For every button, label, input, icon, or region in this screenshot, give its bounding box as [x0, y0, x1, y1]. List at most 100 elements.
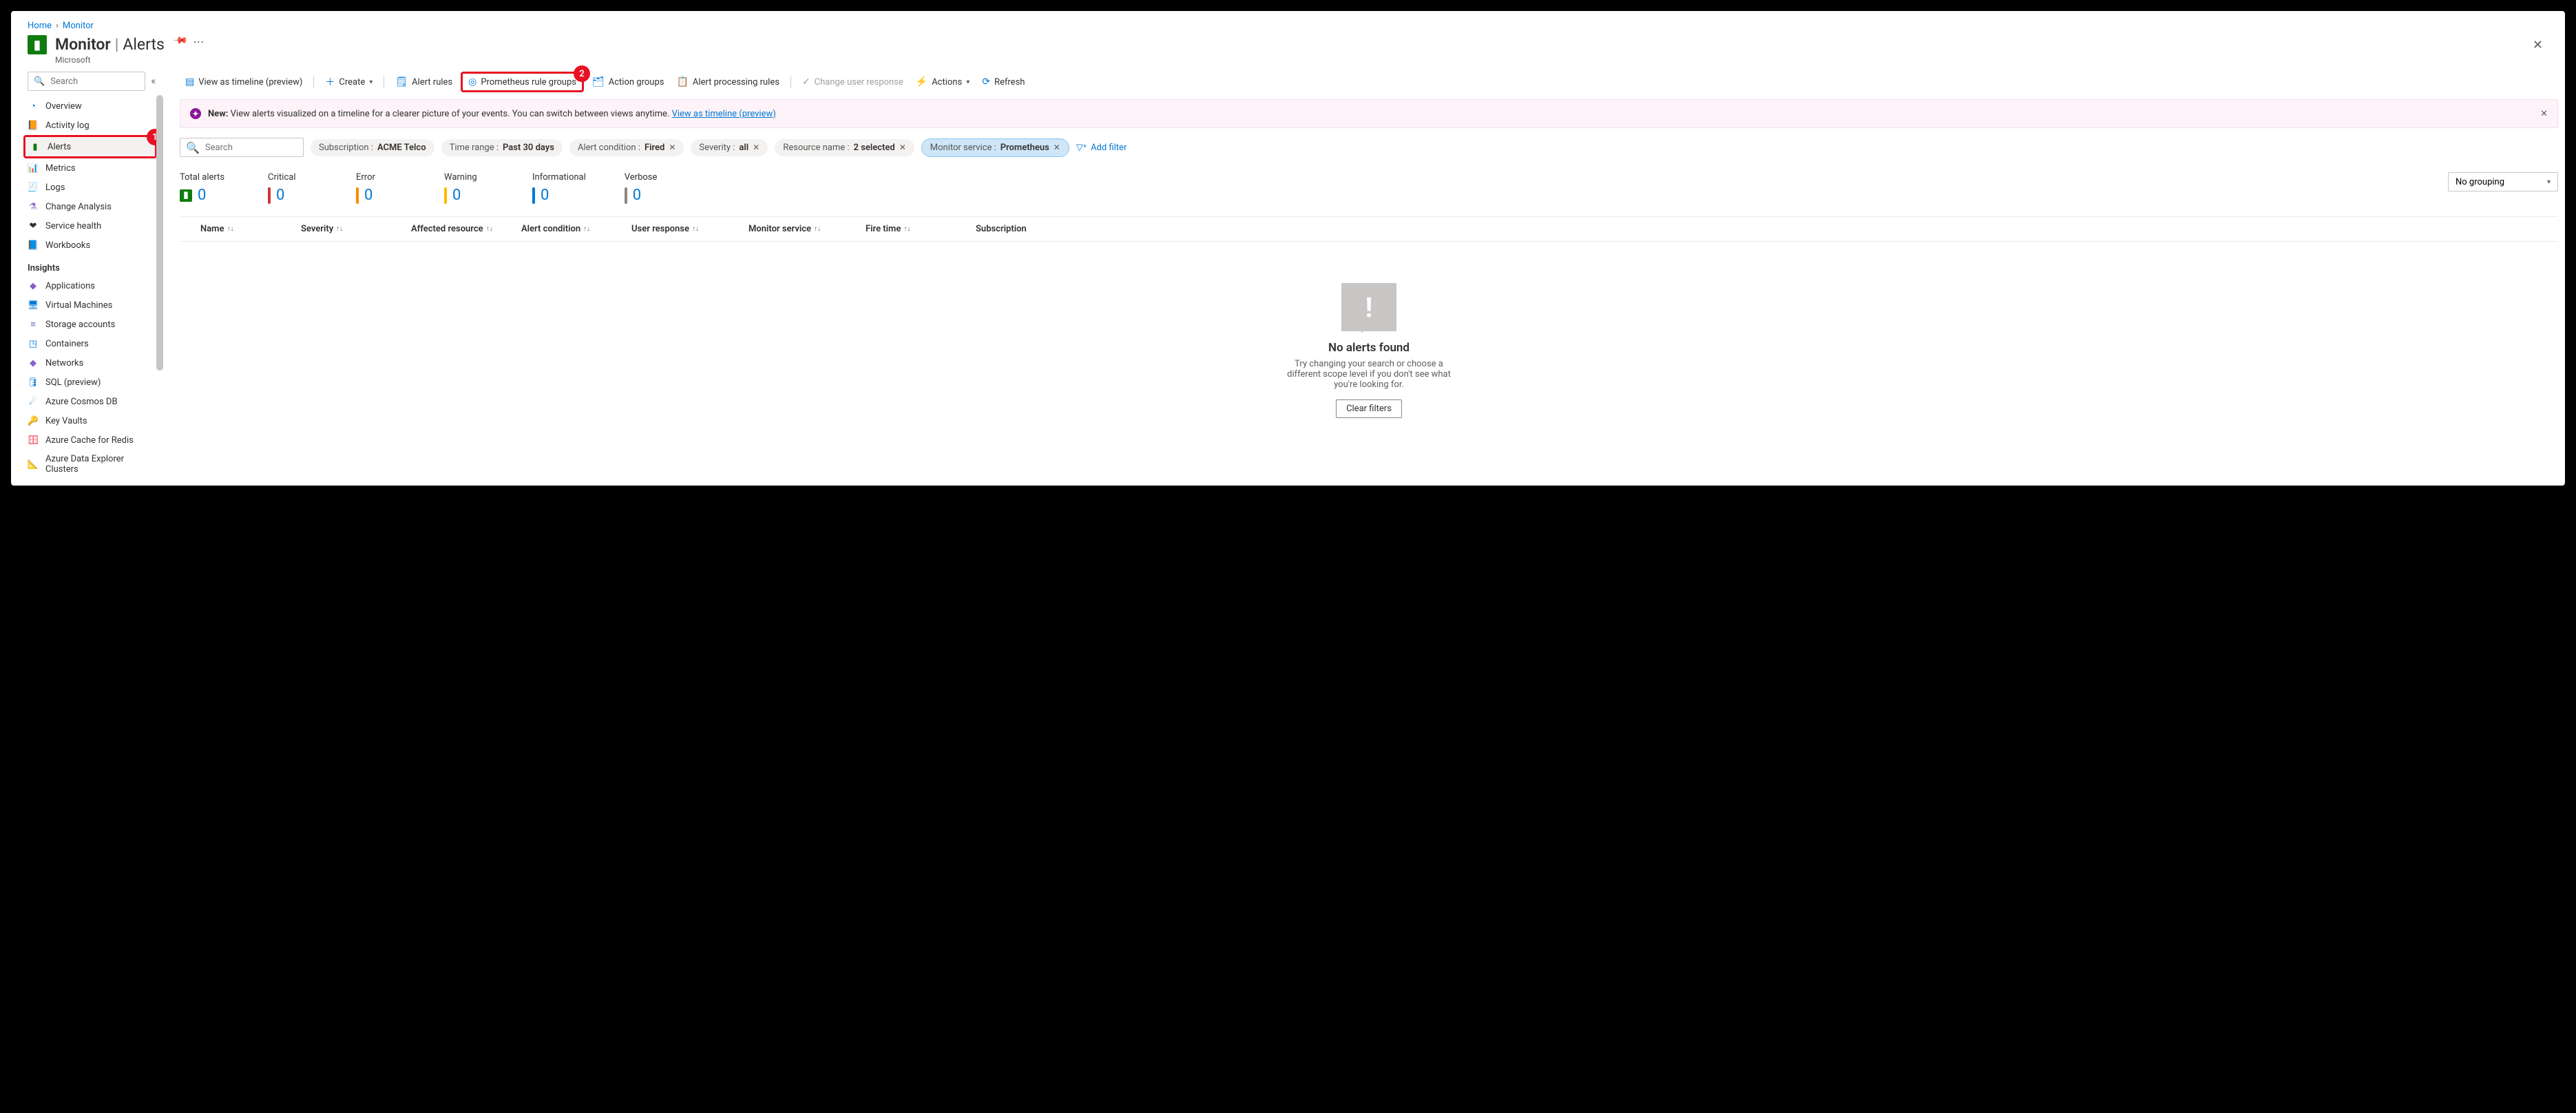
stat-error[interactable]: Error0 [356, 172, 406, 204]
action-groups-icon: 🗂 [592, 76, 605, 87]
stat-informational[interactable]: Informational0 [532, 172, 586, 204]
sidebar-search-input[interactable] [49, 76, 139, 87]
col-subscription[interactable]: Subscription [976, 224, 2554, 234]
grouping-dropdown[interactable]: No grouping▾ [2448, 172, 2558, 191]
alert-rules-button[interactable]: 🗒Alert rules [390, 74, 458, 90]
pill-value: 2 selected [854, 143, 895, 153]
col-affected-resource[interactable]: Affected resource↑↓ [411, 224, 521, 234]
banner-close-icon[interactable]: ✕ [2540, 109, 2548, 119]
sidebar-item-logs[interactable]: 🧾Logs [11, 178, 163, 197]
change-user-response-button: ✓Change user response [797, 74, 909, 90]
filter-search-input[interactable] [204, 142, 297, 154]
filter-pill-time-range[interactable]: Time range : Past 30 days [441, 139, 563, 156]
sidebar-item-key-vaults[interactable]: 🔑Key Vaults [11, 411, 163, 430]
filter-pill-alert-condition[interactable]: Alert condition : Fired ✕ [569, 139, 684, 156]
action-groups-button[interactable]: 🗂Action groups [587, 74, 669, 90]
sidebar: 🔍 « ◔Overview📙Activity log▮Alerts1📊Metri… [11, 67, 163, 486]
sidebar-item-applications[interactable]: ◆Applications [11, 276, 163, 295]
pill-close-icon[interactable]: ✕ [669, 143, 676, 152]
plus-icon: ＋ [325, 75, 335, 89]
breadcrumb-home[interactable]: Home [28, 21, 52, 31]
sidebar-item-overview[interactable]: ◔Overview [11, 96, 163, 116]
filter-pill-monitor-service[interactable]: Monitor service : Prometheus ✕ [921, 138, 1069, 157]
pin-icon[interactable]: 📌 [172, 32, 189, 49]
sort-icon: ↑↓ [486, 225, 493, 233]
col-alert-condition[interactable]: Alert condition↑↓ [521, 224, 631, 234]
clear-filters-button[interactable]: Clear filters [1336, 399, 1402, 418]
sidebar-search[interactable]: 🔍 [28, 72, 145, 91]
sidebar-item-sql-preview-[interactable]: 🛢SQL (preview) [11, 373, 163, 392]
pill-close-icon[interactable]: ✕ [753, 143, 760, 152]
sidebar-item-activity-log[interactable]: 📙Activity log [11, 116, 163, 135]
sidebar-item-label: Metrics [45, 163, 76, 174]
stat-icon: ▮ [180, 189, 192, 202]
stat-warning[interactable]: Warning0 [444, 172, 494, 204]
sidebar-item-storage-accounts[interactable]: ≡Storage accounts [11, 315, 163, 334]
stat-value: 0 [541, 187, 549, 204]
view-timeline-button[interactable]: ▤View as timeline (preview) [180, 74, 308, 90]
stat-label: Error [356, 172, 406, 183]
pill-close-icon[interactable]: ✕ [899, 143, 906, 152]
pill-label: Severity : [699, 143, 735, 153]
stats-row: Total alerts▮0Critical0Error0Warning0Inf… [180, 169, 2558, 216]
prometheus-rule-groups-button[interactable]: ◎Prometheus rule groups [467, 74, 578, 90]
pill-close-icon[interactable]: ✕ [1054, 143, 1060, 152]
actions-button[interactable]: ⚡Actions ▾ [910, 74, 975, 90]
pill-value: ACME Telco [377, 143, 426, 153]
sidebar-item-containers[interactable]: ◳Containers [11, 334, 163, 353]
sidebar-item-azure-data-explorer-clusters[interactable]: 📐Azure Data Explorer Clusters [11, 450, 163, 479]
add-filter-button[interactable]: ▽⁺Add filter [1076, 143, 1127, 153]
sidebar-item-change-analysis[interactable]: ⚗Change Analysis [11, 197, 163, 216]
sidebar-item-virtual-machines[interactable]: 🖥Virtual Machines [11, 295, 163, 315]
nav-icon: ◆ [28, 357, 39, 368]
annotation-prometheus: ◎Prometheus rule groups 2 [461, 72, 584, 92]
filter-pill-resource-name[interactable]: Resource name : 2 selected ✕ [775, 139, 914, 156]
sidebar-item-azure-cosmos-db[interactable]: ☄Azure Cosmos DB [11, 392, 163, 411]
pill-label: Subscription : [319, 143, 373, 153]
col-user-response[interactable]: User response↑↓ [631, 224, 748, 234]
stat-value: 0 [198, 187, 206, 204]
close-icon[interactable]: ✕ [2527, 35, 2548, 55]
stat-label: Critical [268, 172, 317, 183]
sidebar-item-service-health[interactable]: ❤Service health [11, 216, 163, 236]
empty-text: Try changing your search or choose a dif… [1286, 359, 1452, 390]
monitor-icon: ▮ [28, 35, 47, 54]
sidebar-item-networks[interactable]: ◆ Networks [11, 353, 163, 373]
sidebar-item-label: Activity log [45, 121, 90, 131]
pill-label: Alert condition : [578, 143, 640, 153]
breadcrumb: Home › Monitor [11, 11, 2565, 35]
col-monitor-service[interactable]: Monitor service↑↓ [748, 224, 866, 234]
info-banner: ✦ New: View alerts visualized on a timel… [180, 99, 2558, 128]
sidebar-item-label: Applications [45, 281, 95, 291]
col-fire-time[interactable]: Fire time↑↓ [866, 224, 976, 234]
sidebar-item-alerts[interactable]: ▮Alerts [25, 137, 155, 156]
search-icon: 🔍 [186, 141, 200, 154]
stat-bar [268, 187, 271, 204]
alert-processing-rules-button[interactable]: 📋Alert processing rules [671, 74, 784, 90]
filter-pill-subscription[interactable]: Subscription : ACME Telco [311, 139, 434, 156]
refresh-button[interactable]: ⟳Refresh [976, 74, 1030, 90]
col-severity[interactable]: Severity↑↓ [301, 224, 411, 234]
chevron-down-icon: ▾ [2547, 178, 2551, 186]
stat-verbose[interactable]: Verbose0 [625, 172, 674, 204]
sidebar-item-metrics[interactable]: 📊Metrics [11, 158, 163, 178]
more-icon[interactable]: ⋯ [193, 35, 205, 48]
filter-pill-severity[interactable]: Severity : all ✕ [691, 139, 768, 156]
create-button[interactable]: ＋Create ▾ [320, 72, 378, 92]
sidebar-item-label: Networks [45, 358, 83, 368]
breadcrumb-monitor[interactable]: Monitor [63, 21, 94, 31]
sidebar-item-azure-cache-for-redis[interactable]: 🗄Azure Cache for Redis [11, 430, 163, 450]
filter-search[interactable]: 🔍 [180, 138, 304, 157]
sidebar-scrollbar[interactable] [156, 95, 164, 453]
col-name[interactable]: Name↑↓ [184, 224, 301, 234]
sort-icon: ↑↓ [903, 225, 910, 233]
stat-critical[interactable]: Critical0 [268, 172, 317, 204]
sidebar-item-workbooks[interactable]: 📘Workbooks [11, 236, 163, 255]
stat-total-alerts[interactable]: Total alerts▮0 [180, 172, 229, 204]
pill-label: Resource name : [783, 143, 849, 153]
stat-label: Verbose [625, 172, 674, 183]
nav-icon: ≡ [28, 319, 39, 330]
banner-link[interactable]: View as timeline (preview) [672, 109, 776, 119]
filter-icon: ▽⁺ [1076, 143, 1087, 153]
collapse-sidebar-icon[interactable]: « [151, 76, 156, 87]
